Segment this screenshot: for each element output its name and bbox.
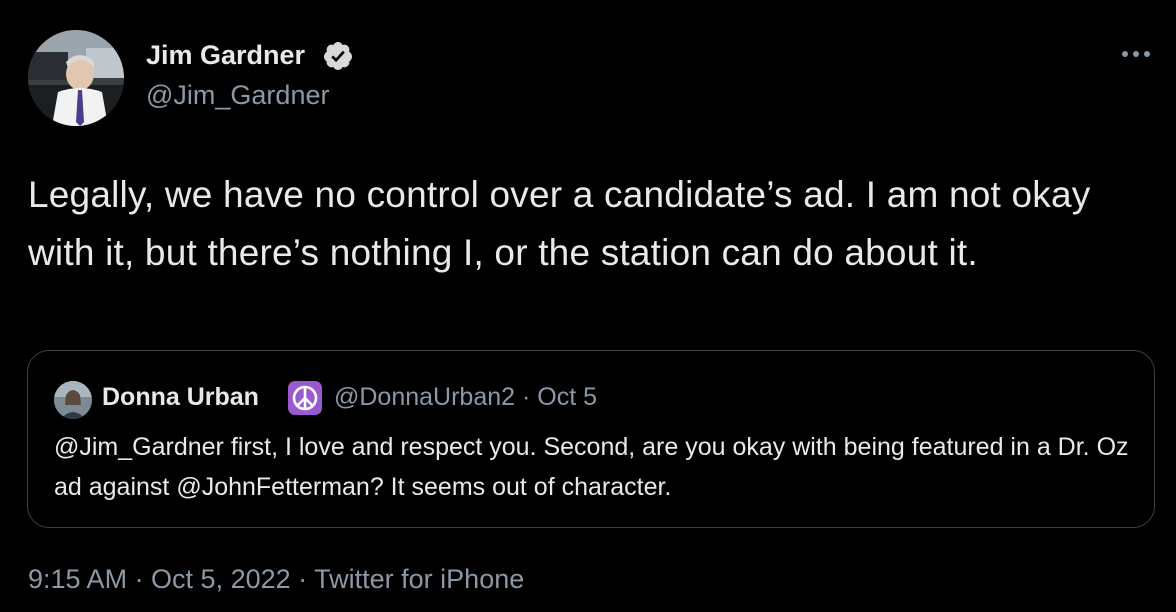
quoted-author-avatar-image (54, 381, 92, 419)
quoted-author-avatar[interactable] (54, 381, 92, 419)
quoted-tweet[interactable]: Donna Urban @DonnaUrban2 · Oct 5 @Jim_Ga… (27, 350, 1155, 528)
quoted-author-name: Donna Urban (102, 383, 259, 411)
peace-sign-icon (288, 381, 322, 415)
more-options-icon[interactable] (1118, 42, 1154, 66)
verified-badge-icon (322, 40, 354, 72)
tweet-text: Legally, we have no control over a candi… (28, 174, 1091, 273)
quoted-author-handle-date: @DonnaUrban2 · Oct 5 (334, 383, 598, 411)
author-avatar-image (28, 30, 124, 126)
tweet-card: Jim Gardner @Jim_Gardner Legally, we hav… (0, 0, 1176, 612)
quoted-tweet-text: @Jim_Gardner first, I love and respect y… (54, 433, 1129, 501)
author-avatar[interactable] (28, 30, 124, 126)
author-display-name[interactable]: Jim Gardner (146, 40, 305, 71)
author-handle[interactable]: @Jim_Gardner (146, 80, 329, 111)
tweet-timestamp[interactable]: 9:15 AM · Oct 5, 2022 · Twitter for iPho… (28, 564, 524, 595)
